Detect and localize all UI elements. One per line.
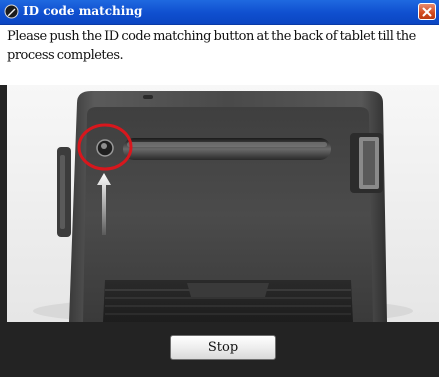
instruction-panel: Please push the ID code matching button … (0, 25, 439, 85)
close-button[interactable] (418, 3, 436, 20)
tablet-pen-icon (4, 4, 19, 19)
tablet-back-image (7, 85, 439, 322)
footer-bar: Stop (0, 322, 439, 377)
dialog-window: ID code matching Please push the ID code… (0, 0, 439, 377)
instruction-text: Please push the ID code matching button … (7, 29, 416, 63)
stop-button[interactable]: Stop (170, 335, 276, 360)
title-bar[interactable]: ID code matching (0, 0, 439, 25)
window-title: ID code matching (23, 4, 143, 18)
tablet-illustration (7, 85, 439, 322)
stop-button-label: Stop (207, 340, 239, 355)
close-icon (422, 7, 432, 16)
